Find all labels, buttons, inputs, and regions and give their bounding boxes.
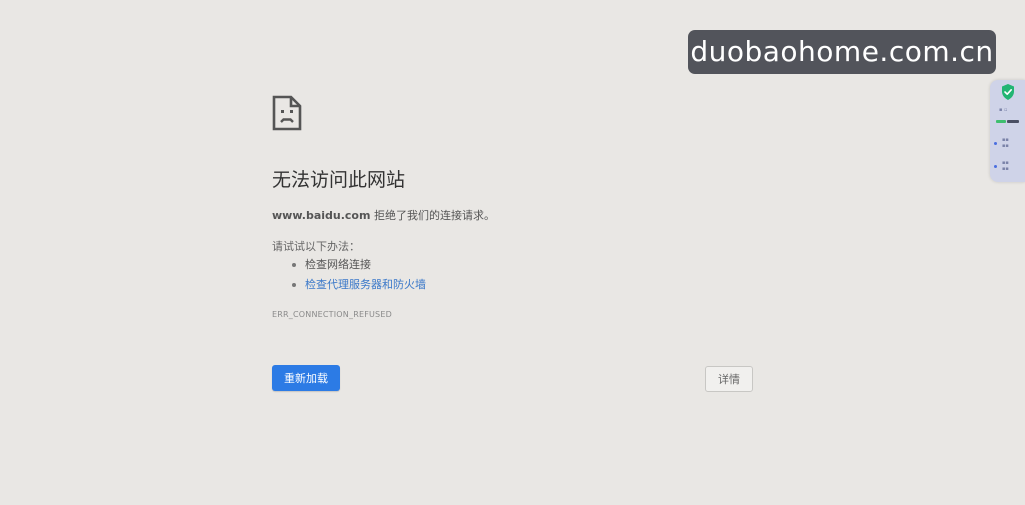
widget-text: ▪▪ ▪▪ <box>1002 160 1009 172</box>
shield-check-icon <box>1002 84 1014 100</box>
side-widget[interactable]: ▪ ▫ ▪▪ ▪▪ ▪▪ ▪▪ <box>990 80 1025 182</box>
widget-dot <box>994 165 997 168</box>
error-description: www.baidu.com 拒绝了我们的连接请求。 <box>272 207 495 223</box>
suggestion-check-proxy-link[interactable]: 检查代理服务器和防火墙 <box>272 275 426 295</box>
error-code: ERR_CONNECTION_REFUSED <box>272 310 392 319</box>
watermark: duobaohome.com.cn <box>688 30 996 74</box>
suggestions-heading: 请试试以下办法： <box>272 240 360 253</box>
sad-page-icon <box>272 95 302 131</box>
error-description-suffix: 拒绝了我们的连接请求。 <box>370 209 495 222</box>
widget-text: ▪▪ ▪▪ <box>1002 137 1009 149</box>
details-button[interactable]: 详情 <box>705 366 753 392</box>
error-title: 无法访问此网站 <box>272 169 406 191</box>
suggestion-check-network: 检查网络连接 <box>272 255 426 275</box>
error-host: www.baidu.com <box>272 209 371 222</box>
reload-button[interactable]: 重新加载 <box>272 365 340 391</box>
suggestions-list: 检查网络连接 检查代理服务器和防火墙 <box>272 255 426 295</box>
widget-bar-dark <box>1007 120 1019 123</box>
widget-text: ▪ ▫ <box>999 107 1008 113</box>
widget-bar-green <box>996 120 1006 123</box>
widget-dot <box>994 142 997 145</box>
